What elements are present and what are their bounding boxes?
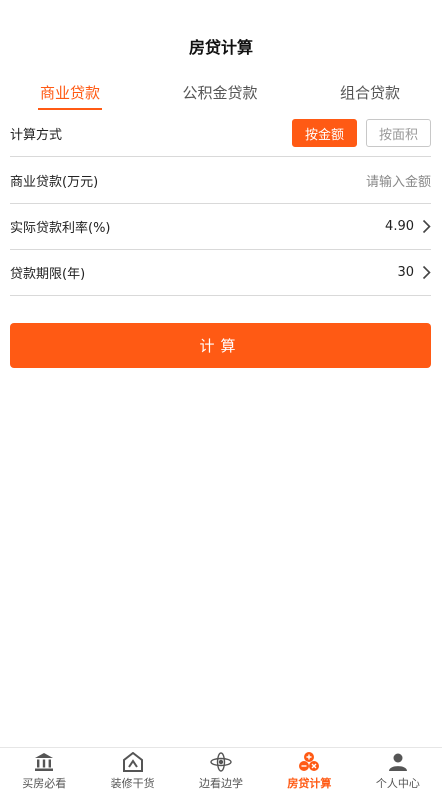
nav-item-buy-guide[interactable]: 买房必看 (0, 748, 88, 794)
tab-combined-loan[interactable]: 组合贷款 (338, 72, 402, 112)
loan-amount-row[interactable]: 商业贷款(万元) 请输入金额 (10, 157, 431, 204)
loan-term-row[interactable]: 贷款期限(年) 30 (10, 249, 431, 296)
bottom-nav: 买房必看 装修干货 边看边学 房贷计算 个人中心 (0, 747, 442, 794)
by-amount-button[interactable]: 按金额 (291, 119, 357, 147)
calc-method-label: 计算方式 (10, 127, 63, 143)
loan-type-tabs: 商业贷款 公积金贷款 组合贷款 (0, 72, 442, 112)
interest-rate-row[interactable]: 实际贷款利率(%) 4.90 (10, 203, 431, 250)
tab-commercial-loan[interactable]: 商业贷款 (38, 72, 102, 112)
nav-label: 房贷计算 (287, 777, 332, 790)
interest-rate-label: 实际贷款利率(%) (10, 220, 111, 236)
nav-item-mortgage-calc[interactable]: 房贷计算 (265, 748, 353, 794)
calculator-icon (298, 751, 320, 773)
loan-term-value: 30 (397, 264, 414, 280)
nav-label: 个人中心 (375, 777, 420, 790)
chevron-right-icon[interactable] (422, 219, 431, 234)
tab-provident-fund-loan[interactable]: 公积金贷款 (180, 72, 260, 112)
renovation-icon (122, 751, 144, 773)
person-icon (387, 751, 409, 773)
loan-term-label: 贷款期限(年) (10, 266, 86, 282)
nav-item-renovation[interactable]: 装修干货 (88, 748, 176, 794)
tab-label: 组合贷款 (339, 83, 400, 102)
tab-label: 公积金贷款 (182, 83, 258, 102)
loan-amount-label: 商业贷款(万元) (10, 174, 99, 190)
page-title: 房贷计算 (188, 38, 253, 57)
calc-method-row: 计算方式 按金额 按面积 (10, 110, 431, 157)
nav-label: 买房必看 (22, 777, 67, 790)
by-area-button[interactable]: 按面积 (365, 119, 431, 147)
calculate-button[interactable]: 计算 (10, 323, 431, 368)
chevron-right-icon[interactable] (422, 265, 431, 280)
tab-label: 商业贷款 (39, 83, 100, 102)
nav-item-profile[interactable]: 个人中心 (354, 748, 442, 794)
bank-icon (33, 751, 55, 773)
nav-item-learn[interactable]: 边看边学 (177, 748, 265, 794)
learn-icon (210, 751, 232, 773)
nav-label: 装修干货 (110, 777, 155, 790)
loan-amount-input[interactable]: 请输入金额 (366, 171, 431, 190)
interest-rate-value: 4.90 (385, 218, 414, 234)
top-bar: 房贷计算 (0, 0, 442, 72)
nav-label: 边看边学 (199, 777, 244, 790)
